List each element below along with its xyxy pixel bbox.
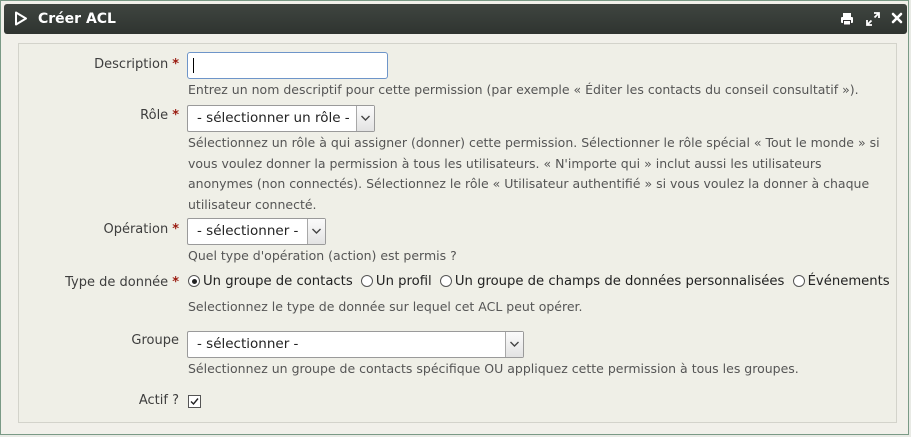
active-label: Actif ?: [138, 393, 179, 408]
dialog-title: Créer ACL: [38, 11, 116, 27]
radio-button[interactable]: [188, 275, 200, 287]
radio-contact-group[interactable]: Un groupe de contacts: [188, 274, 353, 289]
chevron-down-icon: [505, 332, 523, 357]
group-select-value: - sélectionner -: [197, 336, 299, 352]
role-select[interactable]: - sélectionner un rôle -: [187, 105, 375, 132]
role-select-value: - sélectionner un rôle -: [197, 110, 350, 126]
description-input[interactable]: [187, 52, 388, 79]
description-label: Description *: [94, 57, 179, 72]
active-checkbox[interactable]: [188, 395, 201, 408]
description-help: Entrez un nom descriptif pour cette perm…: [188, 82, 859, 97]
chevron-down-icon: [356, 106, 374, 131]
maximize-icon[interactable]: [866, 12, 880, 30]
checkmark-icon: [190, 398, 199, 406]
radio-events[interactable]: Événements: [789, 274, 890, 289]
role-help-line: Sélectionnez un rôle à qui assigner (don…: [188, 135, 880, 150]
chevron-down-icon: [307, 219, 325, 244]
operation-select[interactable]: - sélectionner -: [187, 218, 326, 245]
role-help: Sélectionnez un rôle à qui assigner (don…: [188, 133, 888, 215]
radio-profile[interactable]: Un profil: [357, 274, 432, 289]
operation-label: Opération *: [103, 222, 179, 237]
data-type-label: Type de donnée *: [65, 275, 179, 290]
data-type-help: Selectionnez le type de donnée sur leque…: [188, 299, 583, 314]
radio-custom-field-group[interactable]: Un groupe de champs de données personnal…: [436, 274, 785, 289]
operation-help: Quel type d'opération (action) est permi…: [188, 248, 457, 263]
radio-label: Un profil: [375, 274, 432, 289]
radio-label: Un groupe de champs de données personnal…: [454, 274, 785, 289]
role-help-line: anonymes (non connectés). Sélectionnez l…: [188, 176, 870, 191]
role-label: Rôle *: [140, 108, 179, 123]
close-icon[interactable]: [891, 12, 903, 28]
print-icon[interactable]: [840, 12, 854, 30]
play-outline-icon: [14, 11, 28, 30]
group-help: Sélectionnez un groupe de contacts spéci…: [188, 361, 799, 376]
role-help-line: utilisateur connecté.: [188, 196, 317, 212]
radio-button[interactable]: [439, 275, 452, 287]
radio-label: Un groupe de contacts: [203, 274, 353, 289]
operation-select-value: - sélectionner -: [197, 223, 299, 239]
form-panel: Description * Entrez un nom descriptif po…: [18, 43, 897, 423]
group-label: Groupe: [131, 333, 179, 348]
role-help-line: vous voulez donner la permission à tous …: [188, 155, 822, 171]
text-caret: [193, 58, 194, 73]
radio-button[interactable]: [792, 275, 805, 287]
group-select[interactable]: - sélectionner -: [187, 331, 524, 358]
data-type-radio-group: Un groupe de contacts Un profil Un group…: [188, 274, 890, 289]
radio-label: Événements: [807, 274, 890, 289]
dialog-titlebar[interactable]: Créer ACL: [4, 4, 907, 34]
radio-button[interactable]: [360, 275, 373, 287]
create-acl-dialog: Créer ACL Description * Entrez un nom des…: [0, 0, 909, 435]
